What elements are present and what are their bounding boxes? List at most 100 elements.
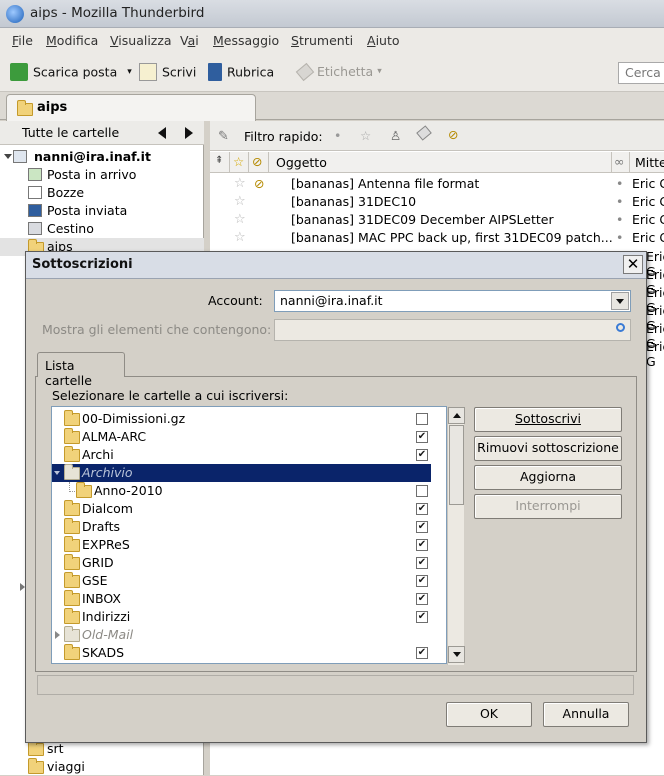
subscribe-button[interactable]: Sottoscrivi <box>474 407 622 432</box>
tab-aips[interactable]: aips <box>6 94 256 121</box>
subscribe-checkbox[interactable]: ✔ <box>416 449 428 461</box>
collapse-icon[interactable] <box>54 471 60 475</box>
get-mail-button[interactable]: Scarica posta ▾ <box>10 63 132 85</box>
attachment-column-icon[interactable]: ⊘ <box>252 154 262 169</box>
scroll-down-button[interactable] <box>448 646 465 663</box>
menu-file[interactable]: File <box>12 33 33 48</box>
next-view-icon[interactable] <box>185 127 193 139</box>
menu-visualizza[interactable]: Visualizza <box>110 33 172 48</box>
subscribe-checkbox[interactable]: ✔ <box>416 503 428 515</box>
sender-cell: Eric G <box>646 339 664 369</box>
pin-icon[interactable]: ✎ <box>218 129 229 144</box>
subscribe-checkbox[interactable]: ✔ <box>416 557 428 569</box>
folder-icon <box>64 464 80 480</box>
folder-sent[interactable]: Posta inviata <box>0 202 204 220</box>
search-icon <box>616 323 625 332</box>
chevron-down-icon[interactable] <box>611 292 629 310</box>
cancel-button[interactable]: Annulla <box>543 702 629 727</box>
account-row[interactable]: nanni@ira.inaf.it <box>0 148 204 166</box>
scroll-up-button[interactable] <box>448 407 465 424</box>
account-label: Account: <box>208 293 263 308</box>
prev-view-icon[interactable] <box>158 127 166 139</box>
search-input[interactable]: Cerca <box>618 62 664 84</box>
subscribe-checkbox[interactable]: ✔ <box>416 611 428 623</box>
account-select[interactable]: nanni@ira.inaf.it <box>274 290 631 312</box>
subscribe-checkbox[interactable] <box>416 485 428 497</box>
menu-strumenti[interactable]: Strumenti <box>291 33 353 48</box>
message-row[interactable]: ☆ [bananas] MAC PPC back up, first 31DEC… <box>210 229 664 247</box>
status-field <box>37 675 634 695</box>
folder-pane-header: Tutte le cartelle <box>0 121 204 145</box>
collapse-icon[interactable] <box>4 154 12 159</box>
menu-modifica[interactable]: Modifica <box>46 33 98 48</box>
unsubscribe-button[interactable]: Rimuovi sottoscrizione <box>474 436 622 461</box>
star-icon[interactable]: ☆ <box>234 212 246 227</box>
folder-trash[interactable]: Cestino <box>0 220 204 238</box>
subscribe-checkbox[interactable]: ✔ <box>416 431 428 443</box>
star-column-icon[interactable]: ☆ <box>233 154 244 169</box>
close-button[interactable]: ✕ <box>623 255 643 274</box>
chevron-down-icon[interactable]: ▾ <box>127 67 132 77</box>
list-item[interactable]: GRID ✔ <box>52 554 431 572</box>
attachment-filter-icon[interactable]: ⊘ <box>448 127 458 142</box>
sender-column-header[interactable]: Mitte <box>635 155 664 170</box>
list-item[interactable]: Archi ✔ <box>52 446 431 464</box>
list-item[interactable]: 00-Dimissioni.gz <box>52 410 431 428</box>
address-book-button[interactable]: Rubrica <box>208 63 274 85</box>
star-icon[interactable]: ☆ <box>234 194 246 209</box>
starred-filter-icon[interactable]: ☆ <box>360 128 371 143</box>
subscribe-checkbox[interactable]: ✔ <box>416 575 428 587</box>
write-button[interactable]: Scrivi <box>139 63 196 85</box>
subscribe-checkbox[interactable]: ✔ <box>416 539 428 551</box>
tab-folder-list[interactable]: Lista cartelle <box>37 352 125 388</box>
folder-icon <box>28 758 44 774</box>
drafts-icon <box>28 186 42 199</box>
menu-vai[interactable]: Vai <box>180 33 199 48</box>
list-item[interactable]: SKADS ✔ <box>52 644 431 662</box>
tag-filter-icon[interactable] <box>416 125 432 141</box>
refresh-button[interactable]: Aggiorna <box>474 465 622 490</box>
list-item[interactable]: Drafts ✔ <box>52 518 431 536</box>
menu-aiuto[interactable]: Aiuto <box>367 33 400 48</box>
message-row[interactable]: ☆ ⊘ [bananas] Antenna file format • Eric… <box>210 175 664 193</box>
list-item[interactable]: ALMA-ARC ✔ <box>52 428 431 446</box>
list-item-selected[interactable]: Archivio <box>52 464 431 482</box>
list-item[interactable]: Anno-2010 <box>52 482 431 500</box>
folder-viaggi[interactable]: viaggi <box>0 758 204 776</box>
tag-button[interactable]: Etichetta ▾ <box>295 62 382 85</box>
folder-drafts[interactable]: Bozze <box>0 184 204 202</box>
list-item[interactable]: INBOX ✔ <box>52 590 431 608</box>
subscription-folder-list: 00-Dimissioni.gz ALMA-ARC ✔ Archi ✔ Arch… <box>51 406 465 665</box>
subscribe-checkbox[interactable]: ✔ <box>416 593 428 605</box>
list-item[interactable]: Indirizzi ✔ <box>52 608 431 626</box>
list-item[interactable]: EXPReS ✔ <box>52 536 431 554</box>
folder-inbox[interactable]: Posta in arrivo <box>0 166 204 184</box>
expand-icon[interactable] <box>55 631 60 639</box>
subscribe-checkbox[interactable]: ✔ <box>416 647 428 659</box>
vertical-scrollbar[interactable] <box>447 407 465 665</box>
pencil-icon <box>139 63 157 81</box>
ok-button[interactable]: OK <box>446 702 532 727</box>
attachment-icon: ⊘ <box>254 176 265 191</box>
stop-button[interactable]: Interrompi <box>474 494 622 519</box>
subscribe-checkbox[interactable] <box>416 413 428 425</box>
scroll-thumb[interactable] <box>449 425 464 505</box>
filter-input[interactable] <box>274 319 631 341</box>
thread-column-icon[interactable]: ⇞ <box>215 155 223 166</box>
list-item[interactable]: Dialcom ✔ <box>52 500 431 518</box>
unread-filter-icon[interactable]: • <box>334 128 341 143</box>
list-item[interactable]: GSE ✔ <box>52 572 431 590</box>
star-icon[interactable]: ☆ <box>234 176 246 191</box>
folder-icon <box>64 554 80 570</box>
message-list-header: ⇞ ☆ ⊘ Oggetto ∞ Mitte <box>210 152 664 173</box>
subscribe-checkbox[interactable]: ✔ <box>416 521 428 533</box>
menu-messaggio[interactable]: Messaggio <box>213 33 279 48</box>
thread-dots-icon[interactable]: ∞ <box>614 154 624 169</box>
list-item[interactable]: Old-Mail <box>52 626 431 644</box>
contact-filter-icon[interactable]: ♙ <box>390 128 401 143</box>
message-row[interactable]: ☆ [bananas] 31DEC10 • Eric G <box>210 193 664 211</box>
folder-icon <box>17 100 33 116</box>
subject-column-header[interactable]: Oggetto <box>276 155 327 170</box>
message-row[interactable]: ☆ [bananas] 31DEC09 December AIPSLetter … <box>210 211 664 229</box>
star-icon[interactable]: ☆ <box>234 230 246 245</box>
